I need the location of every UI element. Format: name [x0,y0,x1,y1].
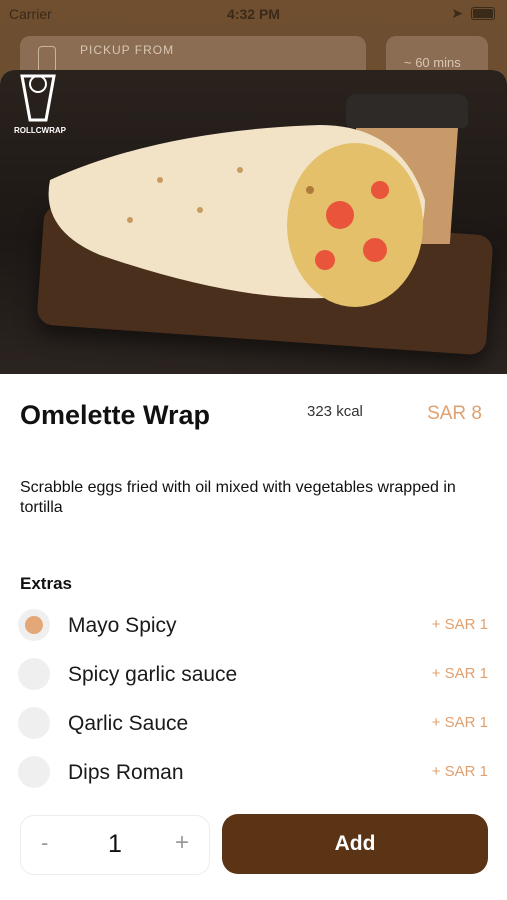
calories-label: 323 kcal [307,403,363,420]
radio-icon[interactable] [18,756,50,788]
extra-name: Mayo Spicy [68,614,177,637]
product-description: Scrabble eggs fried with oil mixed with … [20,479,456,516]
battery-icon [471,7,495,20]
location-icon: ➤ [451,5,463,21]
status-time: 4:32 PM [227,6,280,22]
extra-option-dips-roman[interactable]: Dips Roman + SAR 1 [18,756,488,790]
product-image: ROLLCWRAP [0,70,507,374]
extra-option-spicy-garlic-sauce[interactable]: Spicy garlic sauce + SAR 1 [18,658,488,692]
product-title: Omelette Wrap [20,400,211,430]
status-bar: Carrier 4:32 PM ➤ [0,0,507,28]
extra-name: Spicy garlic sauce [68,663,238,686]
increment-button[interactable]: + [175,829,189,857]
product-sheet: ROLLCWRAP Omelette Wrap 323 kcal SAR 8 S… [0,70,507,900]
extra-price: + SAR 1 [431,616,488,633]
extra-option-qarlic-sauce[interactable]: Qarlic Sauce + SAR 1 [18,707,488,741]
brand-logo-text: ROLLCWRAP [14,126,66,135]
radio-icon[interactable] [18,707,50,739]
extra-price: + SAR 1 [431,763,488,780]
status-icons: ➤ [451,5,495,22]
wrap-illustration [48,125,426,307]
extra-price: + SAR 1 [431,665,488,682]
extra-option-mayo-spicy[interactable]: Mayo Spicy + SAR 1 [18,609,488,643]
radio-icon[interactable] [18,658,50,690]
quantity-stepper: - 1 + [20,815,210,875]
extra-name: Qarlic Sauce [68,712,189,735]
extra-price: + SAR 1 [431,714,488,731]
radio-selected-icon[interactable] [18,609,50,641]
add-to-cart-button[interactable]: Add [222,814,488,874]
price-label: SAR 8 [427,403,482,424]
extras-title: Extras [20,574,72,593]
eta-label: ~ 60 mins [404,55,461,70]
pickup-label: PICKUP FROM [80,43,175,57]
extra-name: Dips Roman [68,761,184,784]
